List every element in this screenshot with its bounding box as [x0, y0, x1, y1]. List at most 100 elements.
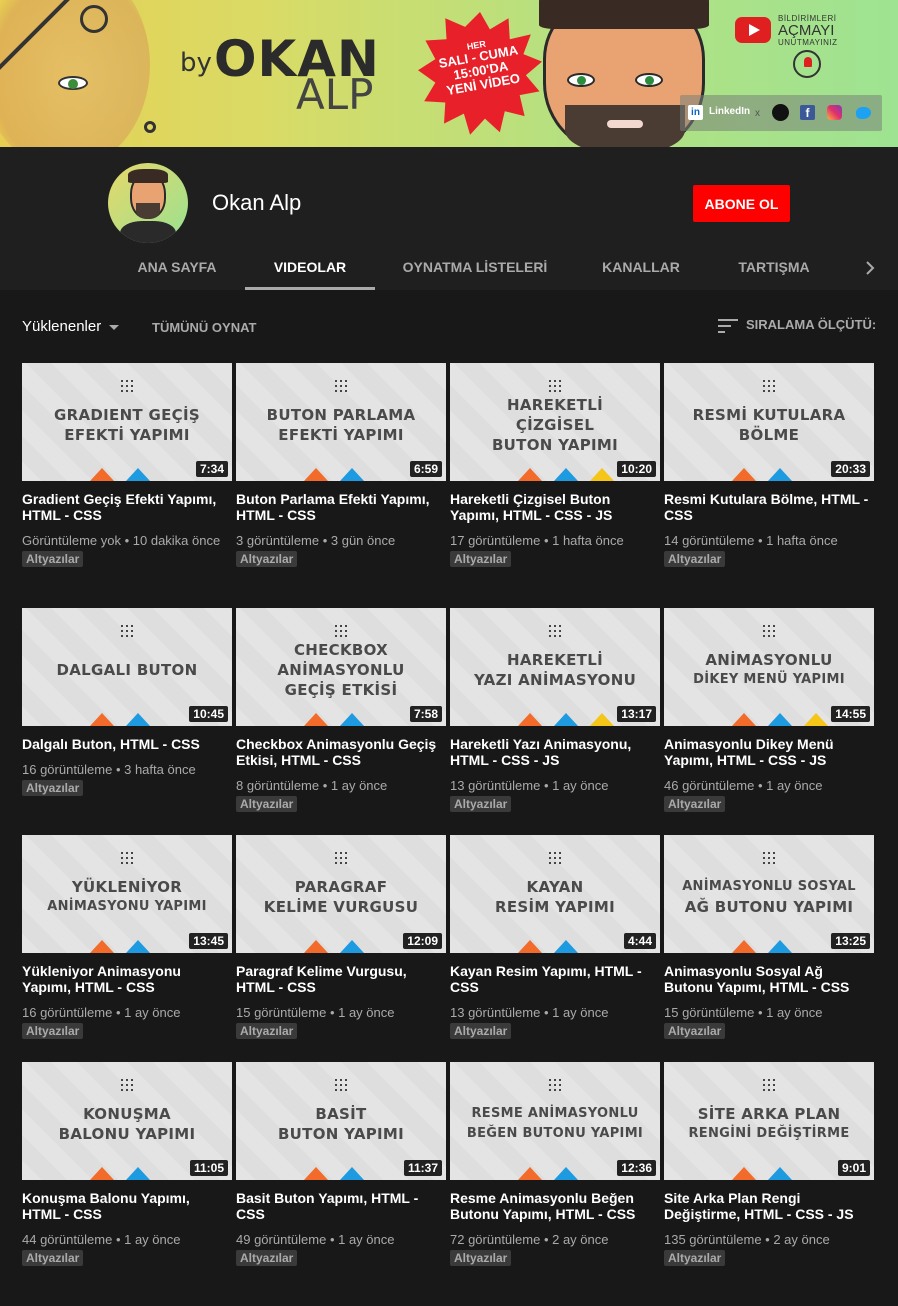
captions-badge: Altyazılar	[236, 1023, 298, 1039]
video-title[interactable]: Gradient Geçiş Efekti Yapımı, HTML - CSS	[22, 491, 232, 523]
uploads-dropdown[interactable]: Yüklenenler	[22, 318, 120, 335]
triangle-orange-shape	[732, 940, 756, 953]
video-meta: 3 görüntüleme • 3 gün önce	[236, 533, 396, 548]
video-thumbnail[interactable]: CHECKBOX ANİMASYONLU GEÇİŞ ETKİSİ 7:58	[236, 608, 446, 726]
chevron-right-icon[interactable]	[860, 258, 880, 278]
video-title[interactable]: Dalgalı Buton, HTML - CSS	[22, 736, 232, 752]
video-meta: 17 görüntüleme • 1 hafta önce	[450, 533, 624, 548]
video-duration: 12:09	[403, 933, 442, 949]
video-title[interactable]: Buton Parlama Efekti Yapımı, HTML - CSS	[236, 491, 446, 523]
video-card[interactable]: YÜKLENİYOR ANİMASYONU YAPIMI 13:45 Yükleniy…	[22, 835, 232, 1040]
sort-button[interactable]: SIRALAMA ÖLÇÜTÜ:	[718, 317, 876, 333]
video-card[interactable]: HAREKETLİ YAZI ANİMASYONU 13:17 Hareketli Y…	[450, 608, 660, 813]
video-title[interactable]: Kayan Resim Yapımı, HTML - CSS	[450, 963, 660, 995]
video-card[interactable]: ANİMASYONLU SOSYAL AĞ BUTONU YAPIMI 13:25 A…	[664, 835, 874, 1040]
banner-by-text: by	[180, 48, 212, 78]
video-card[interactable]: KAYAN RESİM YAPIMI 4:44 Kayan Resim Yapımı,…	[450, 835, 660, 1040]
video-title[interactable]: Animasyonlu Dikey Menü Yapımı, HTML - CS…	[664, 736, 874, 768]
triangle-blue-shape	[340, 1167, 364, 1180]
video-thumbnail[interactable]: GRADIENT GEÇİŞ EFEKTİ YAPIMI 7:34	[22, 363, 232, 481]
video-title[interactable]: Hareketli Yazı Animasyonu, HTML - CSS - …	[450, 736, 660, 768]
video-thumbnail[interactable]: DALGALI BUTON 10:45	[22, 608, 232, 726]
video-title[interactable]: Yükleniyor Animasyonu Yapımı, HTML - CSS	[22, 963, 232, 995]
video-duration: 20:33	[831, 461, 870, 477]
triangle-orange-shape	[304, 713, 328, 726]
video-thumbnail[interactable]: PARAGRAF KELİME VURGUSU 12:09	[236, 835, 446, 953]
video-card[interactable]: HAREKETLİ ÇİZGİSEL BUTON YAPIMI 10:20 Hareke…	[450, 363, 660, 568]
triangle-blue-shape	[554, 713, 578, 726]
thumbnail-title-line: HAREKETLİ	[507, 651, 603, 669]
youtube-logo-icon	[735, 17, 771, 43]
video-card[interactable]: KONUŞMA BALONU YAPIMI 11:05 Konuşma Balonu …	[22, 1062, 232, 1267]
video-thumbnail[interactable]: KAYAN RESİM YAPIMI 4:44	[450, 835, 660, 953]
grid-dots-icon	[335, 625, 347, 637]
captions-badge: Altyazılar	[450, 1023, 512, 1039]
filter-bar: Yüklenenler TÜMÜNÜ OYNAT SIRALAMA ÖLÇÜTÜ…	[0, 290, 898, 362]
thumbnail-title-line: HAREKETLİ	[507, 396, 603, 414]
video-title[interactable]: Paragraf Kelime Vurgusu, HTML - CSS	[236, 963, 446, 995]
video-thumbnail[interactable]: RESMİ KUTULARA BÖLME 20:33	[664, 363, 874, 481]
video-thumbnail[interactable]: ANİMASYONLU DİKEY MENÜ YAPIMI 14:55	[664, 608, 874, 726]
video-title[interactable]: Hareketli Çizgisel Buton Yapımı, HTML - …	[450, 491, 660, 523]
triangle-yellow-shape	[804, 713, 828, 726]
tab-home[interactable]: ANA SAYFA	[122, 246, 232, 290]
thumbnail-title-line: ANİMASYONU YAPIMI	[47, 899, 207, 914]
video-thumbnail[interactable]: HAREKETLİ ÇİZGİSEL BUTON YAPIMI 10:20	[450, 363, 660, 481]
thumbnail-title-line: BUTON YAPIMI	[491, 436, 619, 454]
tab-videos[interactable]: VIDEOLAR	[245, 246, 375, 290]
thumbnail-title-line: GRADIENT GEÇİŞ	[54, 406, 200, 424]
video-title[interactable]: Konuşma Balonu Yapımı, HTML - CSS	[22, 1190, 232, 1222]
video-thumbnail[interactable]: YÜKLENİYOR ANİMASYONU YAPIMI 13:45	[22, 835, 232, 953]
video-thumbnail[interactable]: SİTE ARKA PLAN RENGİNİ DEĞİŞTİRME 9:01	[664, 1062, 874, 1180]
triangle-orange-shape	[732, 1167, 756, 1180]
tab-discussion[interactable]: TARTIŞMA	[724, 246, 824, 290]
tab-channels[interactable]: KANALLAR	[590, 246, 692, 290]
video-card[interactable]: DALGALI BUTON 10:45 Dalgalı Buton, HTML - …	[22, 608, 232, 797]
thumbnail-title-line: RENGİNİ DEĞİŞTİRME	[688, 1126, 850, 1141]
thumbnail-title-line: DALGALI BUTON	[56, 661, 198, 679]
video-card[interactable]: PARAGRAF KELİME VURGUSU 12:09 Paragraf Keli…	[236, 835, 446, 1040]
video-card[interactable]: BASİT BUTON YAPIMI 11:37 Basit Buton Yapımı…	[236, 1062, 446, 1267]
captions-badge: Altyazılar	[664, 1250, 726, 1266]
video-duration: 6:59	[409, 461, 442, 477]
video-thumbnail[interactable]: BUTON PARLAMA EFEKTİ YAPIMI 6:59	[236, 363, 446, 481]
video-thumbnail[interactable]: HAREKETLİ YAZI ANİMASYONU 13:17	[450, 608, 660, 726]
triangle-orange-shape	[304, 468, 328, 481]
video-thumbnail[interactable]: ANİMASYONLU SOSYAL AĞ BUTONU YAPIMI 13:25	[664, 835, 874, 953]
channel-avatar[interactable]	[108, 163, 188, 243]
tab-playlists[interactable]: OYNATMA LİSTELERİ	[395, 246, 555, 290]
video-title[interactable]: Animasyonlu Sosyal Ağ Butonu Yapımı, HTM…	[664, 963, 874, 995]
separator-x: x	[755, 108, 760, 119]
video-card[interactable]: CHECKBOX ANİMASYONLU GEÇİŞ ETKİSİ 7:58 Check…	[236, 608, 446, 813]
banner-eye-left	[58, 76, 88, 90]
video-thumbnail[interactable]: KONUŞMA BALONU YAPIMI 11:05	[22, 1062, 232, 1180]
channel-tabs: ANA SAYFA VIDEOLAR OYNATMA LİSTELERİ KAN…	[0, 246, 898, 290]
video-title[interactable]: Resmi Kutulara Bölme, HTML - CSS	[664, 491, 874, 523]
video-card[interactable]: RESME ANİMASYONLU BEĞEN BUTONU YAPIMI 12:3…	[450, 1062, 660, 1267]
triangle-orange-shape	[304, 1167, 328, 1180]
captions-badge: Altyazılar	[236, 551, 298, 567]
thumbnail-title-line: RESİM YAPIMI	[494, 898, 616, 916]
banner-face-left	[0, 0, 150, 147]
video-meta: 13 görüntüleme • 1 ay önce	[450, 1005, 609, 1020]
video-title[interactable]: Site Arka Plan Rengi Değiştirme, HTML - …	[664, 1190, 874, 1222]
sort-icon	[718, 318, 738, 333]
video-title[interactable]: Basit Buton Yapımı, HTML - CSS	[236, 1190, 446, 1222]
play-all-button[interactable]: TÜMÜNÜ OYNAT	[152, 320, 256, 335]
video-card[interactable]: GRADIENT GEÇİŞ EFEKTİ YAPIMI 7:34 Gradient …	[22, 363, 232, 568]
triangle-orange-shape	[518, 1167, 542, 1180]
channel-name: Okan Alp	[212, 190, 302, 215]
subscribe-button[interactable]: ABONE OL	[693, 185, 790, 222]
thumbnail-title-line: AĞ BUTONU YAPIMI	[684, 898, 854, 916]
video-card[interactable]: RESMİ KUTULARA BÖLME 20:33 Resmi Kutulara B…	[664, 363, 874, 568]
video-meta: 72 görüntüleme • 2 ay önce	[450, 1232, 609, 1247]
video-title[interactable]: Checkbox Animasyonlu Geçiş Etkisi, HTML …	[236, 736, 446, 768]
video-duration: 7:34	[195, 461, 228, 477]
video-thumbnail[interactable]: BASİT BUTON YAPIMI 11:37	[236, 1062, 446, 1180]
video-card[interactable]: ANİMASYONLU DİKEY MENÜ YAPIMI 14:55 Animasy…	[664, 608, 874, 813]
video-card[interactable]: SİTE ARKA PLAN RENGİNİ DEĞİŞTİRME 9:01 Site…	[664, 1062, 874, 1267]
triangle-orange-shape	[732, 713, 756, 726]
video-title[interactable]: Resme Animasyonlu Beğen Butonu Yapımı, H…	[450, 1190, 660, 1222]
video-thumbnail[interactable]: RESME ANİMASYONLU BEĞEN BUTONU YAPIMI 12:3…	[450, 1062, 660, 1180]
video-card[interactable]: BUTON PARLAMA EFEKTİ YAPIMI 6:59 Buton Parl…	[236, 363, 446, 568]
